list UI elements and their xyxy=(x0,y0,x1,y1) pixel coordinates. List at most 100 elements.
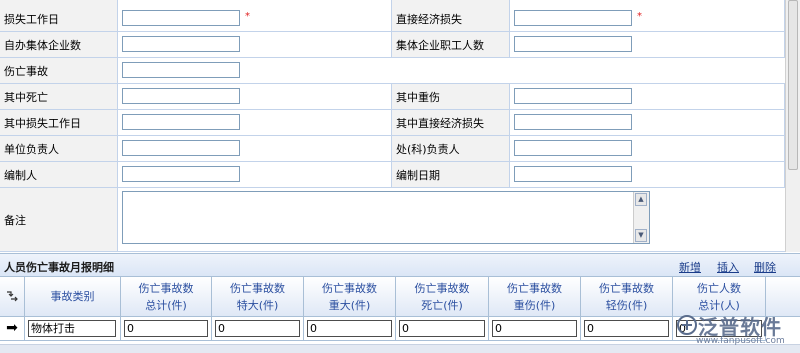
casualty-accidents-label: 伤亡事故 xyxy=(0,58,118,83)
column-header-line2: 总计(件) xyxy=(145,298,187,312)
column-header-line1: 伤亡事故数 xyxy=(322,281,377,295)
notes-label: 备注 xyxy=(0,188,118,251)
deaths-label: 其中死亡 xyxy=(0,84,118,109)
column-header-line1: 伤亡事故数 xyxy=(230,281,285,295)
expand-collapse-icon[interactable] xyxy=(0,277,25,317)
collective-staff-label: 集体企业职工人数 xyxy=(392,32,510,57)
direct-loss-input[interactable] xyxy=(514,10,632,26)
compiler-label: 编制人 xyxy=(0,162,118,187)
column-header-line2: 死亡(件) xyxy=(421,298,463,312)
serious-injury-cell xyxy=(510,84,785,109)
compiler-cell xyxy=(118,162,392,187)
scroll-up-icon[interactable]: ▲ xyxy=(635,193,647,206)
insert-link[interactable]: 插入 xyxy=(717,259,739,275)
detail-title: 人员伤亡事故月报明细 xyxy=(4,261,114,274)
logo-icon xyxy=(677,315,697,335)
sub-lost-workdays-input[interactable] xyxy=(122,114,240,130)
deaths-input[interactable] xyxy=(122,88,240,104)
category-cell: 物体打击 xyxy=(25,317,121,341)
add-link[interactable]: 新增 xyxy=(679,259,701,275)
form-row: 其中死亡 其中重伤 xyxy=(0,84,785,110)
lost-workdays-cell: * xyxy=(118,0,392,31)
form-row: 损失工作日 * 直接经济损失 * xyxy=(0,0,785,32)
form-row: 自办集体企业数 集体企业职工人数 xyxy=(0,32,785,58)
unit-head-input[interactable] xyxy=(122,140,240,156)
column-header[interactable]: 伤亡事故数 轻伤(件) xyxy=(581,277,673,317)
form-scrollbar-thumb[interactable] xyxy=(788,0,798,170)
column-header-line1: 事故类别 xyxy=(50,290,95,303)
watermark-logo: 泛普软件 www.fanpusoft.com xyxy=(676,311,800,352)
column-header[interactable]: 伤亡事故数 总计(件) xyxy=(121,277,212,317)
required-mark: * xyxy=(637,11,642,22)
column-header-line1: 伤亡人数 xyxy=(697,281,741,295)
lost-workdays-label: 损失工作日 xyxy=(0,0,118,31)
collective-enterprises-cell xyxy=(118,32,392,57)
delete-link[interactable]: 删除 xyxy=(754,259,776,275)
compile-date-cell xyxy=(510,162,785,187)
value-cell: 0 xyxy=(581,317,673,341)
compile-date-input[interactable] xyxy=(514,166,632,182)
category-input[interactable]: 物体打击 xyxy=(28,320,116,337)
report-form: 损失工作日 * 直接经济损失 * 自办集体企业数 集体企业职工人数 伤亡事故 其… xyxy=(0,0,785,252)
deaths-cell xyxy=(118,84,392,109)
column-header[interactable]: 伤亡事故数 特大(件) xyxy=(212,277,304,317)
column-header-line1: 伤亡事故数 xyxy=(507,281,562,295)
value-cell: 0 xyxy=(304,317,396,341)
form-row: 编制人 编制日期 xyxy=(0,162,785,188)
unit-head-cell xyxy=(118,136,392,161)
value-cell: 0 xyxy=(396,317,489,341)
value-cell: 0 xyxy=(121,317,212,341)
required-mark: * xyxy=(245,11,250,22)
value-cell: 0 xyxy=(212,317,304,341)
detail-header: 人员伤亡事故月报明细 新增 插入 删除 xyxy=(0,253,800,277)
sub-direct-loss-label: 其中直接经济损失 xyxy=(392,110,510,135)
notes-textarea[interactable]: ▲ ▼ xyxy=(122,191,650,244)
lost-workdays-input[interactable] xyxy=(122,10,240,26)
value-cell: 0 xyxy=(489,317,581,341)
column-header[interactable]: 伤亡事故数 重大(件) xyxy=(304,277,396,317)
column-header-line2: 轻伤(件) xyxy=(605,298,648,312)
casualty-accidents-input[interactable] xyxy=(122,62,240,78)
collective-enterprises-label: 自办集体企业数 xyxy=(0,32,118,57)
serious-injury-input[interactable] xyxy=(514,88,632,104)
watermark-url: www.fanpusoft.com xyxy=(696,336,785,346)
column-header-line2: 特大(件) xyxy=(236,298,279,312)
direct-loss-cell: * xyxy=(510,0,785,31)
column-header-line1: 伤亡事故数 xyxy=(599,281,654,295)
compiler-input[interactable] xyxy=(122,166,240,182)
column-header-line1: 伤亡事故数 xyxy=(414,281,470,295)
sub-direct-loss-cell xyxy=(510,110,785,135)
column-header[interactable]: 伤亡事故数 死亡(件) xyxy=(396,277,489,317)
collective-enterprises-input[interactable] xyxy=(122,36,240,52)
direct-loss-label: 直接经济损失 xyxy=(392,0,510,31)
serious-injury-label: 其中重伤 xyxy=(392,84,510,109)
sub-direct-loss-input[interactable] xyxy=(514,114,632,130)
sub-lost-workdays-label: 其中损失工作日 xyxy=(0,110,118,135)
total-accidents-input[interactable]: 0 xyxy=(124,320,208,337)
unit-head-label: 单位负责人 xyxy=(0,136,118,161)
form-row: 伤亡事故 xyxy=(0,58,785,84)
casualty-accidents-cell xyxy=(118,58,785,83)
collective-staff-cell xyxy=(510,32,785,57)
form-row: 其中损失工作日 其中直接经济损失 xyxy=(0,110,785,136)
major-accidents-input[interactable]: 0 xyxy=(307,320,392,337)
extraordinary-accidents-input[interactable]: 0 xyxy=(215,320,300,337)
section-head-input[interactable] xyxy=(514,140,632,156)
column-header-line1: 伤亡事故数 xyxy=(138,281,194,295)
serious-injury-accidents-input[interactable]: 0 xyxy=(492,320,577,337)
sub-lost-workdays-cell xyxy=(118,110,392,135)
collective-staff-input[interactable] xyxy=(514,36,632,52)
compile-date-label: 编制日期 xyxy=(392,162,510,187)
scroll-down-icon[interactable]: ▼ xyxy=(635,229,647,242)
form-row: 单位负责人 处(科)负责人 xyxy=(0,136,785,162)
column-header[interactable]: 伤亡事故数 重伤(件) xyxy=(489,277,581,317)
current-row-arrow-icon: ➡ xyxy=(0,317,25,341)
death-accidents-input[interactable]: 0 xyxy=(399,320,485,337)
column-header[interactable]: 事故类别 xyxy=(25,277,121,317)
column-header-line2: 重大(件) xyxy=(328,298,371,312)
minor-injury-accidents-input[interactable]: 0 xyxy=(584,320,669,337)
section-head-label: 处(科)负责人 xyxy=(392,136,510,161)
section-head-cell xyxy=(510,136,785,161)
notes-scrollbar[interactable]: ▲ ▼ xyxy=(633,192,649,243)
form-scrollbar[interactable] xyxy=(785,0,800,252)
